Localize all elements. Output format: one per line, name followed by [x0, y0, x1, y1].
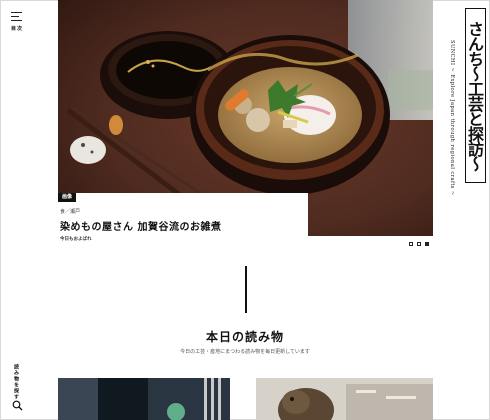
slide-dot[interactable] — [417, 242, 421, 246]
series-label: 今日もおよばれ — [60, 237, 92, 242]
article-title[interactable]: 染めもの屋さん 加賀谷流のお雑煮 — [60, 218, 221, 233]
article-thumbnail[interactable] — [58, 378, 230, 420]
site-tagline: SUNCHI ~ Explore Japan through regional … — [449, 40, 455, 196]
search-icon[interactable] — [12, 400, 23, 411]
menu-button[interactable]: 目次 — [11, 12, 25, 40]
slide-dots — [409, 242, 429, 246]
slide-dot-active[interactable] — [425, 242, 429, 246]
menu-icon — [11, 12, 25, 21]
article-thumbnail[interactable] — [256, 378, 433, 420]
section-title: 本日の読み物 — [205, 330, 284, 344]
section-divider — [245, 266, 247, 313]
section-subtitle: 今日の工芸・産地にまつわる読み物を毎日更新しています — [180, 349, 310, 355]
menu-label: 目次 — [11, 26, 24, 32]
category-badge[interactable]: 画像 — [58, 193, 77, 202]
find-articles-link[interactable]: 読み物を探す — [13, 364, 20, 400]
site-logo[interactable]: さんち〜工芸と探訪〜 — [465, 8, 486, 183]
slide-dot[interactable] — [409, 242, 413, 246]
left-rail: 目次 読み物を探す — [0, 0, 36, 420]
subcategory-label: 食／瀬戸 — [60, 209, 81, 215]
